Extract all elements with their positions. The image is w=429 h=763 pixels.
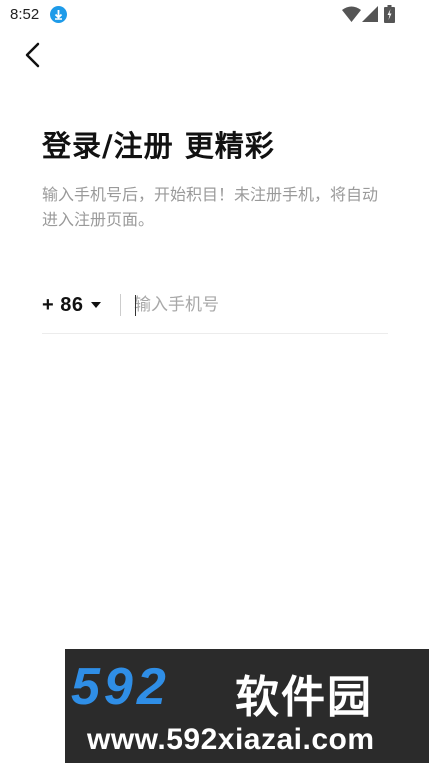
watermark: 592 软件园 www.592xiazai.com <box>65 649 429 763</box>
status-time: 8:52 <box>10 6 40 23</box>
divider <box>120 294 121 316</box>
battery-icon <box>384 5 395 23</box>
phone-input[interactable] <box>134 290 384 320</box>
signal-icon <box>362 6 378 22</box>
watermark-url: www.592xiazai.com <box>87 723 375 756</box>
page-title: 登录/注册 更精彩 <box>42 129 275 163</box>
chevron-left-icon <box>25 42 40 68</box>
status-bar: 8:52 <box>0 0 429 30</box>
download-icon <box>50 6 67 23</box>
watermark-logo: 592 软件园 <box>71 657 423 723</box>
phone-input-row: + 86 <box>42 286 388 334</box>
page-subtitle: 输入手机号后，开始积目！未注册手机，将自动进入注册页面。 <box>42 185 379 229</box>
back-button[interactable] <box>18 40 48 70</box>
text-cursor <box>135 295 136 316</box>
country-code-label: + 86 <box>42 293 84 316</box>
watermark-numbers: 592 <box>71 658 170 716</box>
caret-down-icon <box>91 302 102 308</box>
watermark-brand: 软件园 <box>235 672 373 723</box>
wifi-icon <box>342 6 361 22</box>
country-code-selector[interactable]: + 86 <box>42 290 102 320</box>
